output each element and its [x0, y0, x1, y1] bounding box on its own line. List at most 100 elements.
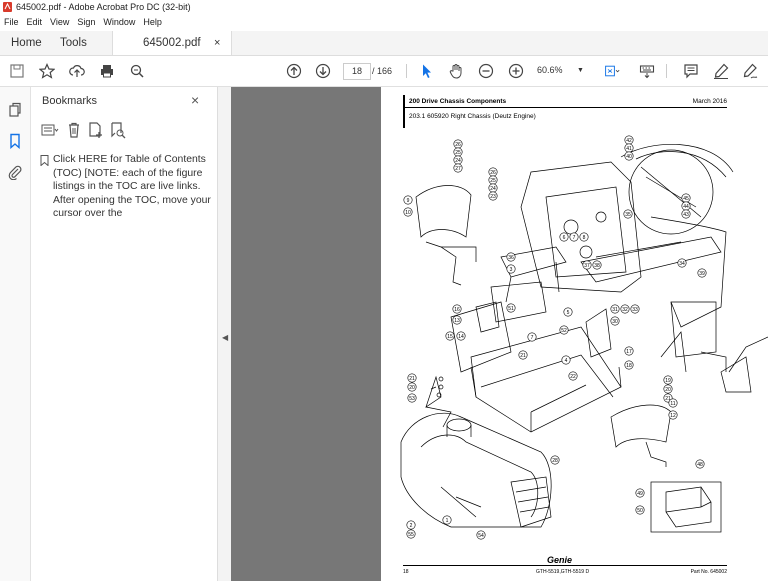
callout-1: 1 — [442, 515, 452, 525]
callout-15: 15 — [445, 331, 455, 341]
page-number-input[interactable]: 18 — [343, 63, 371, 80]
svg-text:35: 35 — [625, 212, 631, 218]
menu-view[interactable]: View — [50, 17, 69, 27]
collapse-arrow-icon[interactable]: ◀ — [222, 333, 228, 342]
page-up-icon[interactable] — [285, 62, 303, 80]
svg-text:45: 45 — [683, 196, 689, 202]
callout-9: 9 — [403, 195, 413, 205]
svg-text:13: 13 — [454, 318, 460, 324]
svg-text:7: 7 — [573, 235, 576, 241]
callout-34: 34 — [677, 258, 687, 268]
svg-text:50: 50 — [637, 508, 643, 514]
svg-text:26: 26 — [455, 142, 461, 148]
attachments-icon[interactable] — [7, 164, 23, 180]
menu-edit[interactable]: Edit — [27, 17, 43, 27]
callout-48: 48 — [695, 459, 705, 469]
callout-25: 25 — [488, 175, 498, 185]
svg-text:20: 20 — [665, 387, 671, 393]
title-bar: 645002.pdf - Adobe Acrobat Pro DC (32-bi… — [0, 0, 768, 14]
svg-text:16: 16 — [454, 307, 460, 313]
svg-text:14: 14 — [458, 334, 464, 340]
tab-home[interactable]: Home — [11, 31, 42, 55]
callout-14: 14 — [456, 331, 466, 341]
zoom-in-icon[interactable] — [507, 62, 525, 80]
svg-text:42: 42 — [626, 138, 632, 144]
svg-text:25: 25 — [455, 150, 461, 156]
page-down-icon[interactable] — [314, 62, 332, 80]
sign-icon[interactable] — [741, 62, 759, 80]
menu-file[interactable]: File — [4, 17, 19, 27]
comment-icon[interactable] — [682, 62, 700, 80]
toolbar-divider — [406, 64, 407, 78]
callout-18: 18 — [624, 360, 634, 370]
svg-text:28: 28 — [552, 458, 558, 464]
callout-40: 40 — [624, 151, 634, 161]
callout-49: 49 — [635, 488, 645, 498]
callout-30: 30 — [610, 316, 620, 326]
menu-help[interactable]: Help — [143, 17, 162, 27]
bookmark-options-icon[interactable] — [41, 121, 59, 139]
panel-splitter[interactable]: ◀ — [217, 87, 232, 581]
callout-16: 16 — [452, 304, 462, 314]
find-bookmark-icon[interactable] — [109, 121, 127, 139]
callout-4: 4 — [561, 355, 571, 365]
callout-53: 53 — [407, 393, 417, 403]
menu-sign[interactable]: Sign — [77, 17, 95, 27]
svg-text:23: 23 — [490, 194, 496, 200]
fit-page-icon[interactable] — [600, 62, 624, 80]
svg-text:5: 5 — [567, 310, 570, 316]
callout-39: 39 — [697, 268, 707, 278]
select-cursor-icon[interactable] — [418, 62, 436, 80]
callout-2: 2 — [406, 520, 416, 530]
highlight-pen-icon[interactable] — [712, 62, 730, 80]
callout-22: 22 — [568, 371, 578, 381]
callout-20: 20 — [407, 382, 417, 392]
callout-24: 24 — [453, 155, 463, 165]
menu-window[interactable]: Window — [103, 17, 135, 27]
upload-cloud-icon[interactable] — [68, 62, 86, 80]
callout-51: 51 — [506, 303, 516, 313]
genie-logo: Genie — [547, 555, 573, 565]
page-thumbnails-icon[interactable] — [7, 102, 23, 118]
bookmarks-icon[interactable] — [7, 133, 23, 149]
svg-text:39: 39 — [699, 271, 705, 277]
callout-44: 44 — [681, 201, 691, 211]
page-total: / 166 — [372, 66, 393, 76]
footer-part-number: Part No. 645002 — [690, 569, 727, 575]
zoom-search-icon[interactable] — [128, 62, 146, 80]
callout-17: 17 — [624, 346, 634, 356]
svg-text:11: 11 — [670, 401, 675, 407]
callout-52: 52 — [559, 325, 569, 335]
star-icon[interactable] — [38, 62, 56, 80]
toolbar-divider — [666, 64, 667, 78]
tab-tools[interactable]: Tools — [60, 31, 87, 55]
hand-tool-icon[interactable] — [447, 62, 465, 80]
pdf-page: 200 Drive Chassis Components March 2016 … — [381, 87, 768, 581]
zoom-level-dropdown[interactable]: 60.6% ▼ — [537, 63, 585, 78]
acrobat-app-icon — [3, 2, 12, 12]
close-icon[interactable]: × — [191, 92, 199, 108]
bookmark-ribbon-icon — [40, 155, 49, 166]
callout-6: 6 — [559, 232, 569, 242]
tab-close-icon[interactable]: × — [214, 31, 220, 55]
document-viewer[interactable]: 200 Drive Chassis Components March 2016 … — [231, 87, 768, 581]
svg-text:18: 18 — [626, 363, 632, 369]
svg-text:30: 30 — [612, 319, 618, 325]
save-icon[interactable] — [8, 62, 26, 80]
print-icon[interactable] — [98, 62, 116, 80]
callout-20: 20 — [663, 384, 673, 394]
callout-27: 27 — [453, 163, 463, 173]
callout-24: 24 — [488, 183, 498, 193]
bookmark-item[interactable]: Click HERE for Table of Contents (TOC) [… — [40, 153, 218, 221]
delete-icon[interactable] — [65, 121, 83, 139]
keyboard-tools-icon[interactable] — [638, 62, 656, 80]
callout-11: 11 — [668, 398, 678, 408]
svg-text:41: 41 — [626, 146, 632, 152]
zoom-out-icon[interactable] — [477, 62, 495, 80]
callout-21: 21 — [407, 373, 417, 383]
footer-page-number: 18 — [403, 569, 409, 575]
svg-text:27: 27 — [455, 166, 461, 172]
callout-13: 13 — [452, 315, 462, 325]
new-bookmark-icon[interactable] — [87, 121, 105, 139]
tab-document[interactable]: 645002.pdf × — [112, 31, 232, 55]
